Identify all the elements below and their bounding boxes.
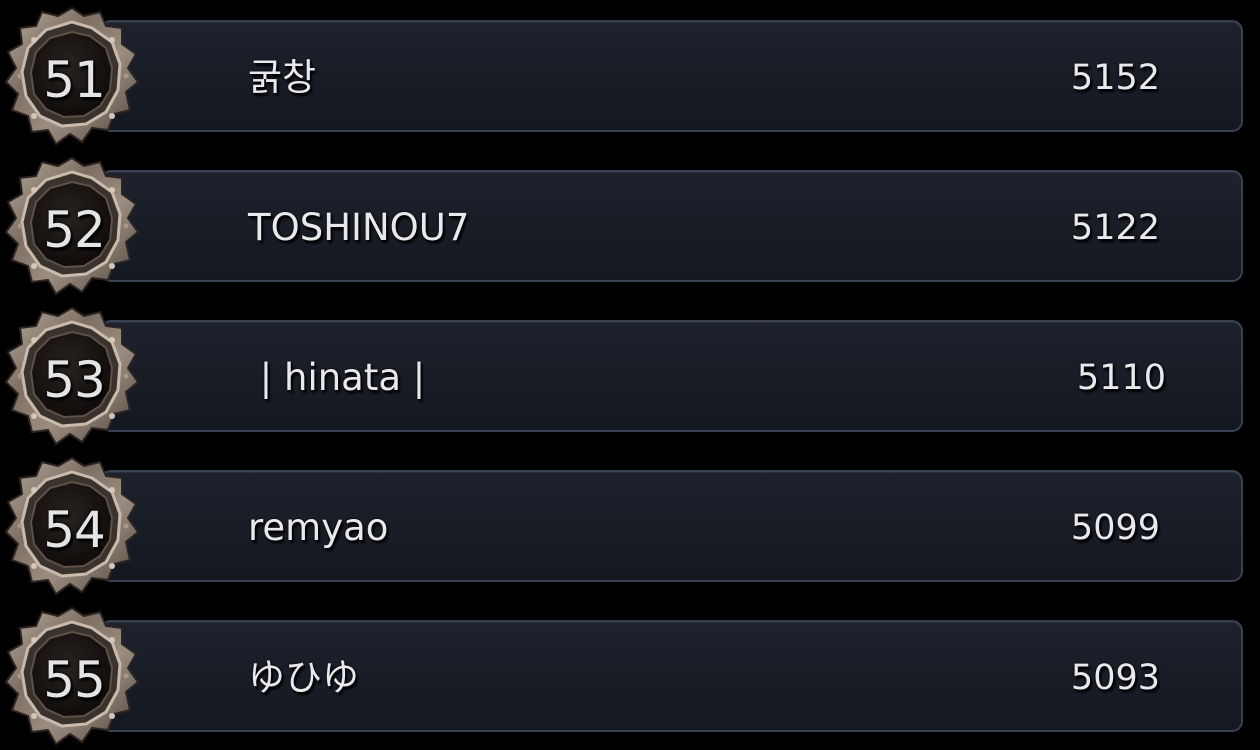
player-name: ゆひゆ [248, 656, 359, 699]
leaderboard-row[interactable]: remyao 5099 54 [0, 450, 1260, 600]
rank-number: 55 [43, 651, 106, 709]
leaderboard-row[interactable]: TOSHINOU7 5122 52 [0, 150, 1260, 300]
leaderboard-row[interactable]: | hinata | 5110 53 [0, 300, 1260, 450]
rank-number: 52 [43, 201, 106, 259]
player-name: TOSHINOU7 [248, 206, 470, 249]
rank-number: 54 [43, 501, 106, 559]
player-name: | hinata | [248, 356, 426, 399]
leaderboard-row[interactable]: 굵창 5152 51 [0, 0, 1260, 150]
player-score: 5093 [1070, 658, 1160, 698]
player-score: 5122 [1070, 208, 1160, 248]
rank-badge: 53 [4, 306, 140, 446]
player-name: remyao [248, 506, 389, 549]
rank-badge: 55 [4, 606, 140, 746]
player-score: 5099 [1070, 508, 1160, 548]
player-score: 5110 [1076, 358, 1166, 398]
player-name: 굵창 [248, 56, 317, 99]
leaderboard-row[interactable]: ゆひゆ 5093 55 [0, 600, 1260, 750]
rank-number: 51 [43, 51, 106, 109]
rank-number: 53 [43, 351, 106, 409]
rank-badge: 54 [4, 456, 140, 596]
player-score: 5152 [1070, 58, 1160, 98]
rank-badge: 51 [4, 6, 140, 146]
leaderboard: 굵창 5152 51 TOSHINOU7 5122 52 | hinata | … [0, 0, 1260, 750]
rank-badge: 52 [4, 156, 140, 296]
